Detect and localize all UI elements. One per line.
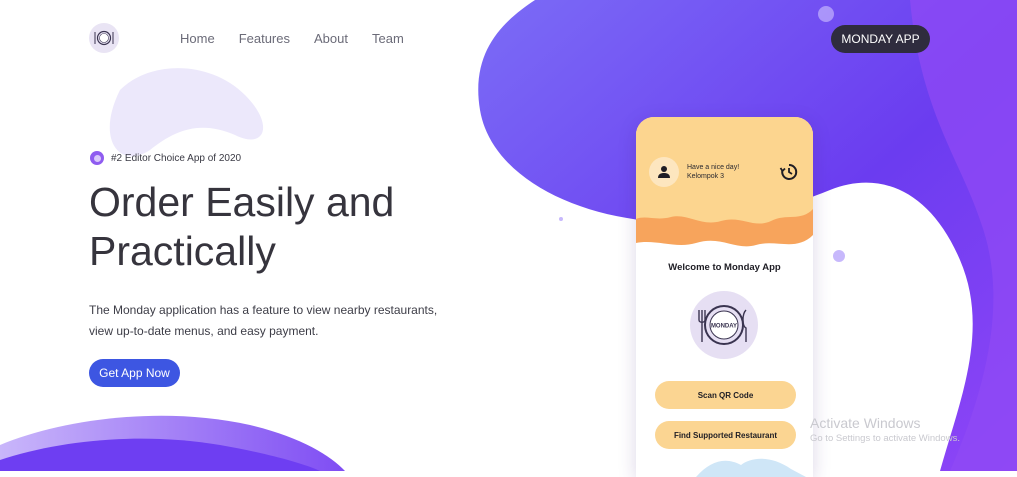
restaurant-plate-icon: MONDAY bbox=[698, 305, 747, 345]
badge-text: #2 Editor Choice App of 2020 bbox=[111, 152, 242, 164]
brand-logo[interactable] bbox=[89, 23, 119, 53]
welcome-text: Welcome to Monday App bbox=[668, 262, 781, 273]
user-icon bbox=[658, 166, 670, 178]
restaurant-plate-icon bbox=[94, 30, 114, 46]
find-supported-restaurant-button[interactable]: Find Supported Restaurant bbox=[655, 421, 796, 449]
windows-activation-watermark: Activate Windows Go to Settings to activ… bbox=[810, 415, 960, 445]
phone-header-background bbox=[636, 117, 813, 257]
hero-title-line-1: Order Easily and bbox=[89, 179, 395, 225]
avatar[interactable] bbox=[649, 157, 679, 187]
history-icon[interactable] bbox=[779, 162, 799, 182]
hero-description-line-2: view up-to-date menus, and easy payment. bbox=[89, 324, 319, 338]
phone-mockup: Have a nice day! Kelompok 3 Welcome to M… bbox=[636, 117, 813, 477]
nav-features[interactable]: Features bbox=[239, 31, 290, 46]
scan-qr-code-button[interactable]: Scan QR Code bbox=[655, 381, 796, 409]
badge-dot-icon bbox=[90, 151, 104, 165]
get-app-now-button[interactable]: Get App Now bbox=[89, 359, 180, 387]
bottom-wave-decoration bbox=[696, 458, 806, 477]
nav-about[interactable]: About bbox=[314, 31, 348, 46]
nav-team[interactable]: Team bbox=[372, 31, 404, 46]
hero-title: Order Easily and Practically bbox=[89, 178, 509, 276]
main-nav: Home Features About Team bbox=[180, 31, 428, 46]
nav-home[interactable]: Home bbox=[180, 31, 215, 46]
user-name: Kelompok 3 bbox=[687, 173, 724, 180]
watermark-subtitle: Go to Settings to activate Windows. bbox=[810, 433, 960, 444]
hero-title-line-2: Practically bbox=[89, 228, 276, 274]
greeting-text: Have a nice day! bbox=[687, 164, 740, 171]
award-badge: #2 Editor Choice App of 2020 bbox=[90, 151, 241, 165]
hero-description: The Monday application has a feature to … bbox=[89, 300, 459, 342]
monday-app-button[interactable]: MONDAY APP bbox=[831, 25, 930, 53]
hero-description-line-1: The Monday application has a feature to … bbox=[89, 303, 438, 317]
greeting-block: Have a nice day! Kelompok 3 bbox=[687, 163, 739, 181]
monday-logo: MONDAY bbox=[690, 291, 758, 359]
plate-logo-text: MONDAY bbox=[711, 324, 737, 330]
watermark-title: Activate Windows bbox=[810, 415, 921, 431]
